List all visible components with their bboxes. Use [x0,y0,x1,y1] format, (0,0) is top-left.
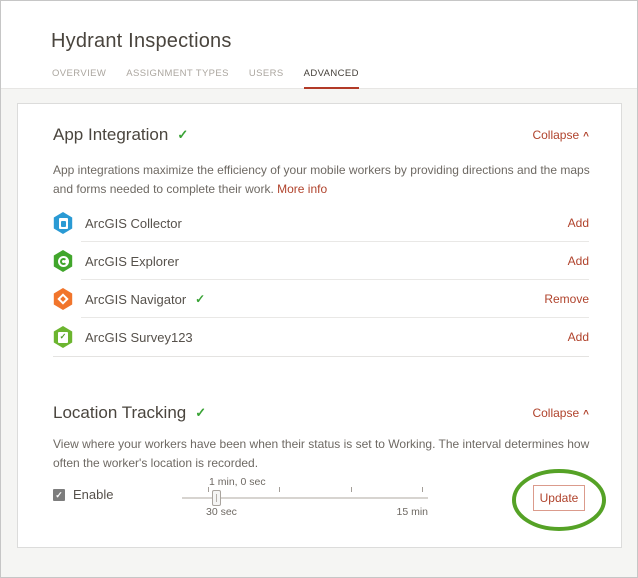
location-tracking-title: Location Tracking [53,403,186,423]
enable-label: Enable [73,487,113,502]
arcgis-survey123-icon: ✓ [53,326,73,348]
app-name: ArcGIS Navigator [85,292,186,307]
interval-slider-handle[interactable] [212,490,221,506]
app-row-explorer: ArcGIS Explorer Add [53,242,589,280]
enable-tracking-control: ✓ Enable [53,487,113,502]
page-title: Hydrant Inspections [51,30,232,53]
slider-tick [279,487,280,492]
diamond-glyph [57,293,68,304]
tab-bar: OVERVIEW ASSIGNMENT TYPES USERS ADVANCED [52,68,359,89]
chevron-up-icon: ^ [583,131,589,142]
add-collector-link[interactable]: Add [568,216,589,230]
app-row-survey123: ✓ ArcGIS Survey123 Add [53,318,589,356]
chevron-up-icon: ^ [583,409,589,420]
app-name: ArcGIS Explorer [85,254,179,269]
check-icon: ✓ [177,127,188,143]
location-tracking-collapse-link[interactable]: Collapse ^ [532,406,589,420]
app-integration-title: App Integration [53,125,168,145]
check-glyph: ✓ [60,333,67,341]
checkbox-glyph: ✓ [58,332,68,343]
check-icon: ✓ [195,405,206,421]
location-tracking-description: View where your workers have been when t… [53,435,598,473]
check-icon: ✓ [195,292,205,306]
tab-users[interactable]: USERS [249,68,284,89]
add-explorer-link[interactable]: Add [568,254,589,268]
slider-tick [351,487,352,492]
page-header: Hydrant Inspections OVERVIEW ASSIGNMENT … [1,1,637,89]
app-row-navigator: ArcGIS Navigator ✓ Remove [53,280,589,318]
slider-tick [422,487,423,492]
update-button[interactable]: Update [533,485,585,511]
enable-checkbox[interactable]: ✓ [53,489,65,501]
arcgis-navigator-icon [53,288,73,310]
app-integration-collapse-link[interactable]: Collapse ^ [532,128,589,142]
collapse-label: Collapse [532,406,579,420]
arcgis-collector-icon [53,212,73,234]
slider-current-value: 1 min, 0 sec [209,476,266,488]
section-divider [53,356,589,357]
workforce-project-page: Hydrant Inspections OVERVIEW ASSIGNMENT … [0,0,638,578]
advanced-settings-card: App Integration ✓ Collapse ^ App integra… [17,103,622,548]
clipboard-glyph [59,218,68,229]
slider-max-label: 15 min [386,506,428,518]
app-name: ArcGIS Survey123 [85,330,193,345]
add-survey123-link[interactable]: Add [568,330,589,344]
tab-assignment-types[interactable]: ASSIGNMENT TYPES [126,68,229,89]
remove-navigator-link[interactable]: Remove [544,292,589,306]
slider-tick [208,487,209,492]
app-name: ArcGIS Collector [85,216,182,231]
app-integration-header: App Integration ✓ Collapse ^ [53,125,589,145]
location-tracking-header: Location Tracking ✓ Collapse ^ [53,403,589,423]
more-info-link[interactable]: More info [277,182,327,196]
app-integration-description: App integrations maximize the efficiency… [53,161,598,199]
app-integration-list: ArcGIS Collector Add ArcGIS Explorer Add… [53,204,589,356]
tab-advanced[interactable]: ADVANCED [304,68,359,89]
collapse-label: Collapse [532,128,579,142]
slider-min-label: 30 sec [206,506,237,518]
tab-overview[interactable]: OVERVIEW [52,68,106,89]
compass-glyph [58,256,69,267]
arcgis-explorer-icon [53,250,73,272]
app-row-collector: ArcGIS Collector Add [53,204,589,242]
